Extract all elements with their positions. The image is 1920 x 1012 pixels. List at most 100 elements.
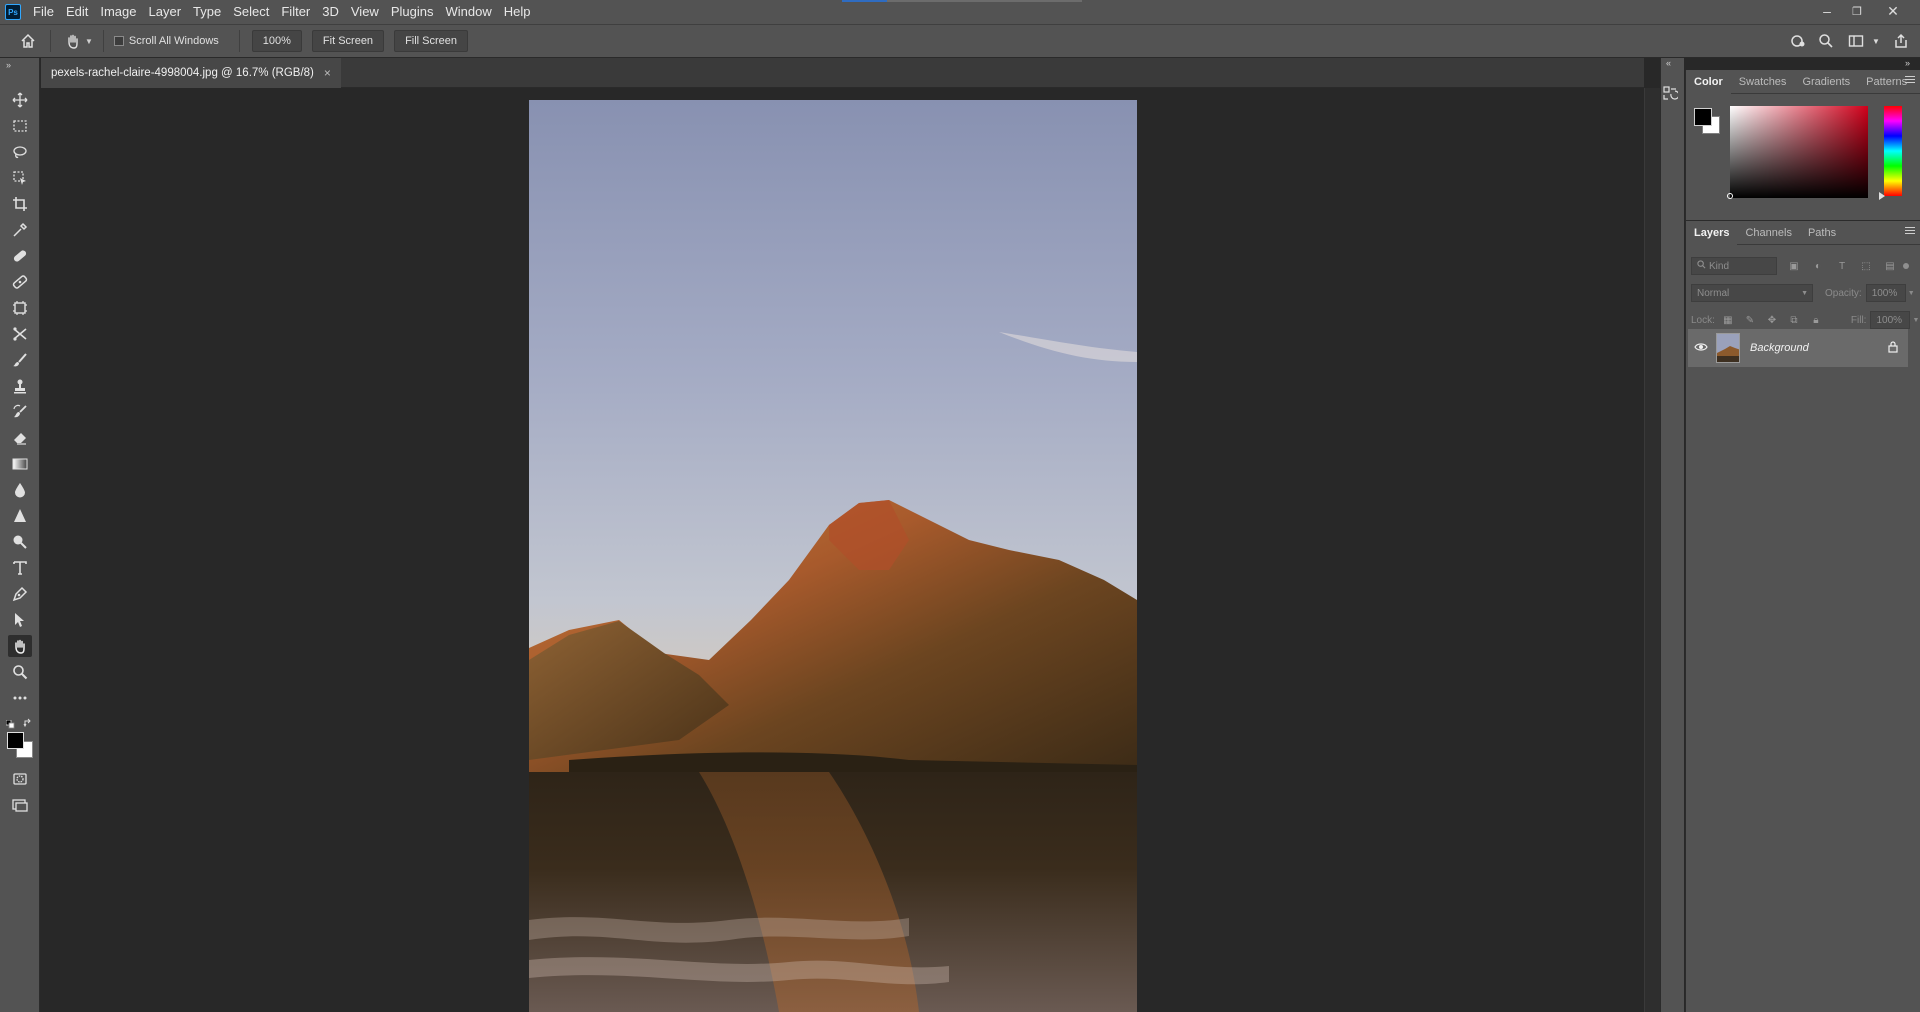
more-tools-icon[interactable] <box>8 687 32 709</box>
collapse-toolbar-icon[interactable]: » <box>6 60 11 70</box>
crop-icon[interactable] <box>8 193 32 215</box>
gradient-icon[interactable] <box>8 453 32 475</box>
swap-colors-icon[interactable] <box>23 717 33 728</box>
menu-3d[interactable]: 3D <box>316 0 345 24</box>
lock-position-icon[interactable]: ✥ <box>1765 313 1779 327</box>
layers-panel-menu-icon[interactable] <box>1905 227 1915 237</box>
lock-icon[interactable] <box>1888 341 1898 356</box>
frame-tool-icon[interactable] <box>8 297 32 319</box>
collapse-panels-icon[interactable]: » <box>1905 58 1910 68</box>
menu-file[interactable]: File <box>27 0 60 24</box>
restore-button[interactable]: ❐ <box>1842 0 1872 22</box>
canvas-vertical-scrollbar[interactable] <box>1644 88 1660 1012</box>
foreground-color-swatch[interactable] <box>7 732 24 749</box>
menu-layer[interactable]: Layer <box>143 0 188 24</box>
filter-toggle-icon[interactable] <box>1903 263 1909 269</box>
tab-color[interactable]: Color <box>1686 69 1731 94</box>
hue-slider-marker[interactable] <box>1879 192 1885 200</box>
workspace-chevron-down-icon[interactable]: ▼ <box>1865 30 1887 52</box>
close-document-icon[interactable]: × <box>324 66 331 80</box>
menu-plugins[interactable]: Plugins <box>385 0 440 24</box>
history-panel-icon[interactable] <box>1659 82 1681 104</box>
zoom-icon[interactable] <box>8 661 32 683</box>
search-icon[interactable] <box>1815 30 1837 52</box>
rectangular-marquee-icon[interactable] <box>8 115 32 137</box>
opacity-chevron-icon[interactable]: ▼ <box>1908 290 1915 297</box>
dodge-icon[interactable] <box>8 531 32 553</box>
photoshop-logo[interactable]: Ps <box>5 4 21 20</box>
path-selection-icon[interactable] <box>8 609 32 631</box>
layer-row-background[interactable]: Background <box>1688 329 1908 367</box>
cloud-documents-icon[interactable] <box>1787 30 1809 52</box>
tab-gradients[interactable]: Gradients <box>1794 70 1858 94</box>
canvas-area[interactable] <box>41 88 1644 1012</box>
workspace-icon[interactable] <box>1845 30 1867 52</box>
fill-chevron-icon[interactable]: ▼ <box>1912 317 1919 324</box>
opacity-input[interactable]: 100% <box>1865 284 1906 302</box>
blur-drop-icon[interactable] <box>8 479 32 501</box>
minimize-button[interactable]: – <box>1812 0 1842 22</box>
lock-transparent-pixels-icon[interactable]: ▦ <box>1721 313 1735 327</box>
scroll-all-windows-checkbox[interactable]: Scroll All Windows <box>113 35 219 47</box>
color-panel-foreground-swatch[interactable] <box>1694 108 1712 126</box>
chevron-down-icon[interactable]: ▼ <box>85 37 93 46</box>
document-tab[interactable]: pexels-rachel-claire-4998004.jpg @ 16.7%… <box>41 58 341 88</box>
blend-mode-select[interactable]: Normal ▼ <box>1691 284 1813 302</box>
menu-window[interactable]: Window <box>439 0 497 24</box>
tab-layers[interactable]: Layers <box>1686 220 1738 245</box>
pen-icon[interactable] <box>8 583 32 605</box>
lock-image-pixels-icon[interactable]: ✎ <box>1743 313 1757 327</box>
object-selection-icon[interactable] <box>8 167 32 189</box>
close-window-button[interactable]: ✕ <box>1878 0 1908 22</box>
smart-object-filter-icon[interactable]: ▤ <box>1883 259 1897 273</box>
zoom-100-button[interactable]: 100% <box>251 30 302 52</box>
menu-type[interactable]: Type <box>187 0 227 24</box>
fill-input[interactable]: 100% <box>1870 311 1911 329</box>
tab-channels[interactable]: Channels <box>1737 221 1799 245</box>
document-canvas-photo[interactable] <box>529 100 1137 1012</box>
menu-filter[interactable]: Filter <box>275 0 316 24</box>
hand-tool-preset-icon[interactable] <box>65 33 81 49</box>
lasso-icon[interactable] <box>8 141 32 163</box>
adjustment-filter-icon[interactable]: ◐ <box>1811 259 1825 273</box>
fit-screen-button[interactable]: Fit Screen <box>311 30 385 52</box>
clone-stamp-icon[interactable] <box>8 375 32 397</box>
type-filter-icon[interactable]: T <box>1835 259 1849 273</box>
menu-view[interactable]: View <box>345 0 385 24</box>
color-panel-menu-icon[interactable] <box>1905 76 1915 86</box>
checkbox-box[interactable] <box>113 36 124 46</box>
tab-paths[interactable]: Paths <box>1800 221 1844 245</box>
color-picker-field[interactable] <box>1730 106 1868 198</box>
menu-image[interactable]: Image <box>94 0 142 24</box>
lock-all-icon[interactable]: 🔒︎ <box>1809 313 1823 327</box>
menu-select[interactable]: Select <box>227 0 275 24</box>
fill-screen-button[interactable]: Fill Screen <box>394 30 469 52</box>
menu-help[interactable]: Help <box>498 0 537 24</box>
screen-mode-icon[interactable] <box>8 794 32 816</box>
spot-healing-icon[interactable] <box>8 245 32 267</box>
tab-swatches[interactable]: Swatches <box>1731 70 1795 94</box>
hue-slider[interactable] <box>1884 106 1902 196</box>
history-brush-icon[interactable] <box>8 401 32 423</box>
layer-kind-filter[interactable]: Kind <box>1691 257 1777 275</box>
eraser-icon[interactable] <box>8 427 32 449</box>
share-icon[interactable] <box>1890 30 1912 52</box>
eye-visibility-icon[interactable] <box>1694 341 1708 356</box>
default-colors-icon[interactable] <box>5 718 15 729</box>
sharpen-triangle-icon[interactable] <box>8 505 32 527</box>
brush-icon[interactable] <box>8 349 32 371</box>
expand-dock-icon[interactable]: « <box>1666 58 1671 68</box>
content-aware-move-icon[interactable] <box>8 323 32 345</box>
menu-edit[interactable]: Edit <box>60 0 94 24</box>
quick-mask-icon[interactable] <box>8 768 32 790</box>
lock-artboard-icon[interactable]: ⧉ <box>1787 313 1801 327</box>
hand-icon[interactable] <box>8 635 32 657</box>
move-tool-icon[interactable] <box>8 89 32 111</box>
layer-name[interactable]: Background <box>1750 342 1809 354</box>
eyedropper-icon[interactable] <box>8 219 32 241</box>
home-icon[interactable] <box>18 31 38 51</box>
pixel-filter-icon[interactable]: ▣ <box>1787 259 1801 273</box>
type-icon[interactable] <box>8 557 32 579</box>
healing-brush-icon[interactable] <box>8 271 32 293</box>
shape-filter-icon[interactable]: ⬚ <box>1859 259 1873 273</box>
